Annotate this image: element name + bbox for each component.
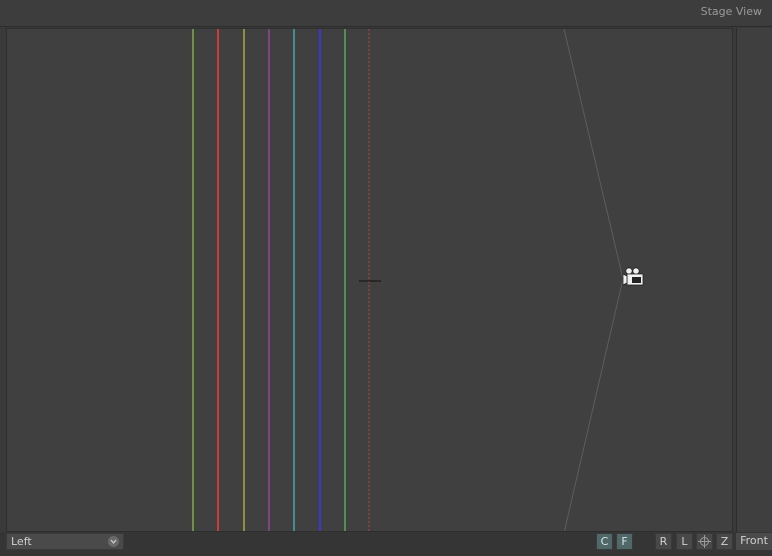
camera-icon[interactable]	[622, 267, 644, 286]
view-right-button[interactable]: R	[655, 533, 672, 550]
move-icon	[698, 535, 711, 548]
stage-viewport[interactable]	[6, 28, 733, 532]
chevron-down-icon	[108, 536, 119, 547]
panel-title: Stage View	[700, 5, 762, 18]
frustum-top-line	[563, 29, 624, 280]
frustum-bottom-line	[563, 278, 624, 531]
view-select-value: Left	[11, 535, 32, 548]
title-bar: Stage View	[0, 0, 772, 27]
front-view-button[interactable]: Front	[736, 533, 772, 550]
zoom-button[interactable]: Z	[716, 533, 733, 550]
bottom-toolbar: Left C F R L Z Front	[0, 532, 772, 556]
stage-canvas[interactable]	[7, 29, 733, 532]
view-select[interactable]: Left	[6, 533, 124, 550]
toggle-f-button[interactable]: F	[616, 533, 633, 550]
side-panel	[736, 28, 772, 532]
view-left-button[interactable]: L	[676, 533, 693, 550]
pan-view-button[interactable]	[696, 533, 713, 550]
toggle-c-button[interactable]: C	[596, 533, 613, 550]
